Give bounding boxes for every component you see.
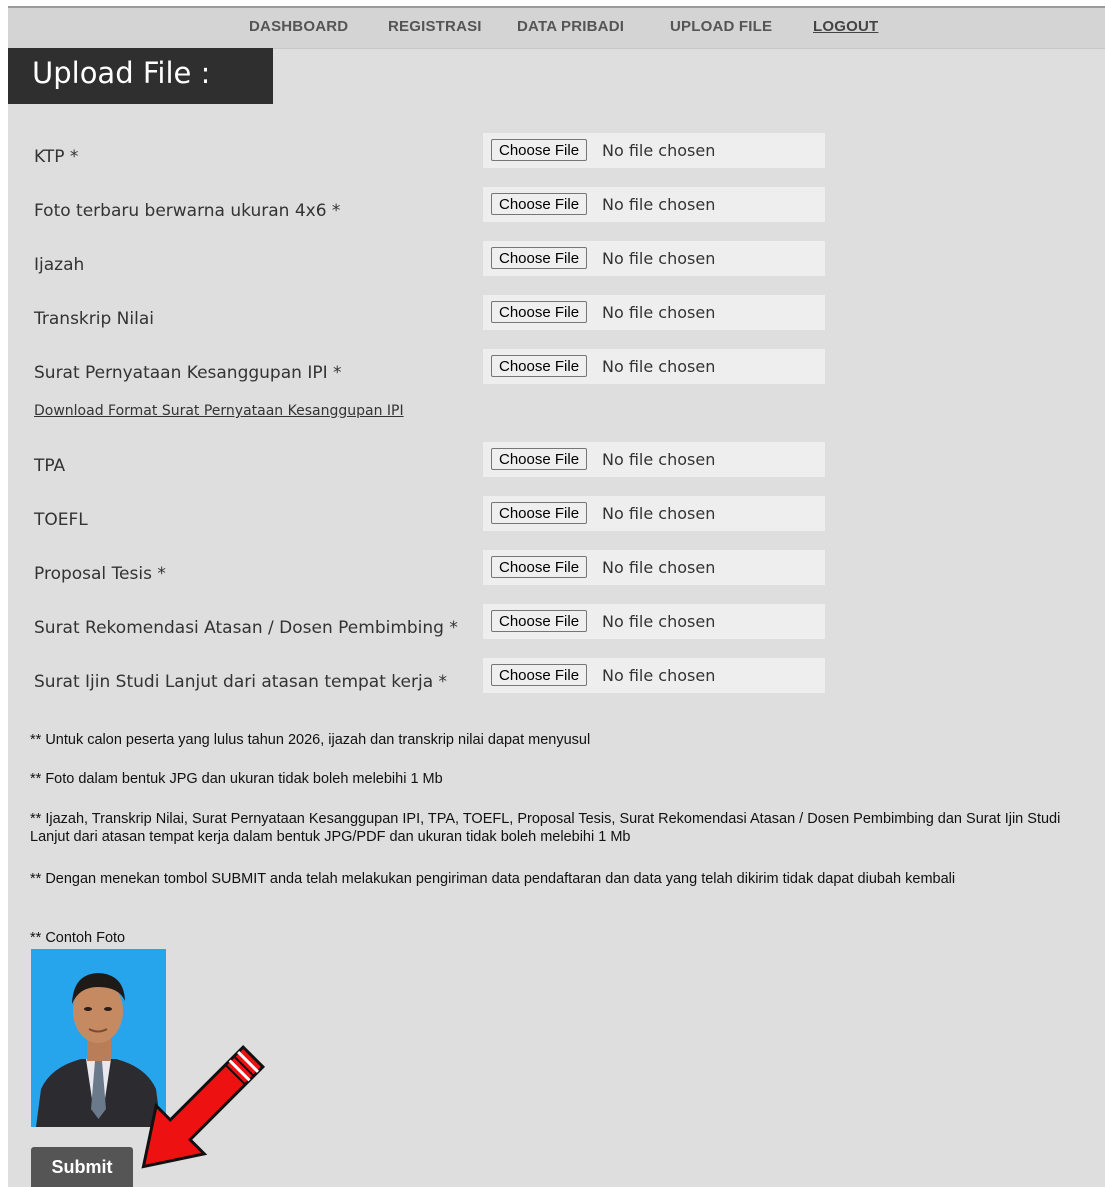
surat-rekomendasi-label: Surat Rekomendasi Atasan / Dosen Pembimb…: [34, 618, 458, 638]
note-foto-format: ** Foto dalam bentuk JPG dan ukuran tida…: [30, 771, 443, 787]
top-navigation: DASHBOARD REGISTRASI DATA PRIBADI UPLOAD…: [8, 6, 1105, 49]
toefl-label: TOEFL: [34, 510, 88, 530]
proposal-tesis-file-input[interactable]: Choose File No file chosen: [483, 550, 825, 585]
surat-pernyataan-label: Surat Pernyataan Kesanggupan IPI *: [34, 363, 342, 383]
surat-pernyataan-file-input[interactable]: Choose File No file chosen: [483, 349, 825, 384]
page-background: [8, 8, 1105, 1187]
nav-logout[interactable]: LOGOUT: [813, 18, 878, 35]
note-dokumen-format: ** Ijazah, Transkrip Nilai, Surat Pernya…: [30, 811, 1061, 845]
surat-rekomendasi-file-input[interactable]: Choose File No file chosen: [483, 604, 825, 639]
transkrip-file-input[interactable]: Choose File No file chosen: [483, 295, 825, 330]
toefl-file-input[interactable]: Choose File No file chosen: [483, 496, 825, 531]
foto-label: Foto terbaru berwarna ukuran 4x6 *: [34, 201, 341, 221]
proposal-tesis-label: Proposal Tesis *: [34, 564, 166, 584]
page-title-bar: Upload File :: [8, 48, 273, 104]
note-contoh-foto: ** Contoh Foto: [30, 930, 126, 946]
surat-rekomendasi-file-status: No file chosen: [602, 612, 716, 631]
transkrip-file-status: No file chosen: [602, 303, 716, 322]
nav-upload-file[interactable]: UPLOAD FILE: [670, 18, 772, 35]
ktp-file-status: No file chosen: [602, 141, 716, 160]
tpa-file-status: No file chosen: [602, 450, 716, 469]
red-arrow-icon: [141, 1044, 266, 1169]
transkrip-label: Transkrip Nilai: [34, 309, 154, 329]
toefl-file-status: No file chosen: [602, 504, 716, 523]
surat-ijin-label: Surat Ijin Studi Lanjut dari atasan temp…: [34, 672, 448, 692]
ktp-file-input[interactable]: Choose File No file chosen: [483, 133, 825, 168]
tpa-file-input[interactable]: Choose File No file chosen: [483, 442, 825, 477]
toefl-choose-file-button[interactable]: Choose File: [491, 502, 588, 524]
download-format-link[interactable]: Download Format Surat Pernyataan Kesangg…: [34, 403, 404, 419]
ijazah-file-input[interactable]: Choose File No file chosen: [483, 241, 825, 276]
transkrip-choose-file-button[interactable]: Choose File: [491, 301, 588, 323]
nav-data-pribadi[interactable]: DATA PRIBADI: [517, 18, 624, 35]
surat-ijin-file-status: No file chosen: [602, 666, 716, 685]
ktp-choose-file-button[interactable]: Choose File: [491, 139, 588, 161]
foto-choose-file-button[interactable]: Choose File: [491, 193, 588, 215]
nav-dashboard[interactable]: DASHBOARD: [249, 18, 348, 35]
tpa-choose-file-button[interactable]: Choose File: [491, 448, 588, 470]
surat-pernyataan-file-status: No file chosen: [602, 357, 716, 376]
surat-rekomendasi-choose-file-button[interactable]: Choose File: [491, 610, 588, 632]
tpa-label: TPA: [34, 456, 66, 476]
ijazah-label: Ijazah: [34, 255, 85, 275]
surat-ijin-file-input[interactable]: Choose File No file chosen: [483, 658, 825, 693]
surat-pernyataan-choose-file-button[interactable]: Choose File: [491, 355, 588, 377]
foto-file-input[interactable]: Choose File No file chosen: [483, 187, 825, 222]
ktp-label: KTP *: [34, 147, 79, 167]
ijazah-choose-file-button[interactable]: Choose File: [491, 247, 588, 269]
proposal-tesis-file-status: No file chosen: [602, 558, 716, 577]
surat-ijin-choose-file-button[interactable]: Choose File: [491, 664, 588, 686]
submit-button[interactable]: Submit: [31, 1147, 133, 1187]
nav-registrasi[interactable]: REGISTRASI: [388, 18, 482, 35]
proposal-tesis-choose-file-button[interactable]: Choose File: [491, 556, 588, 578]
note-ijazah-menyusul: ** Untuk calon peserta yang lulus tahun …: [30, 732, 591, 748]
note-submit-warning: ** Dengan menekan tombol SUBMIT anda tel…: [30, 871, 956, 887]
ijazah-file-status: No file chosen: [602, 249, 716, 268]
page-title: Upload File :: [32, 56, 211, 90]
foto-file-status: No file chosen: [602, 195, 716, 214]
